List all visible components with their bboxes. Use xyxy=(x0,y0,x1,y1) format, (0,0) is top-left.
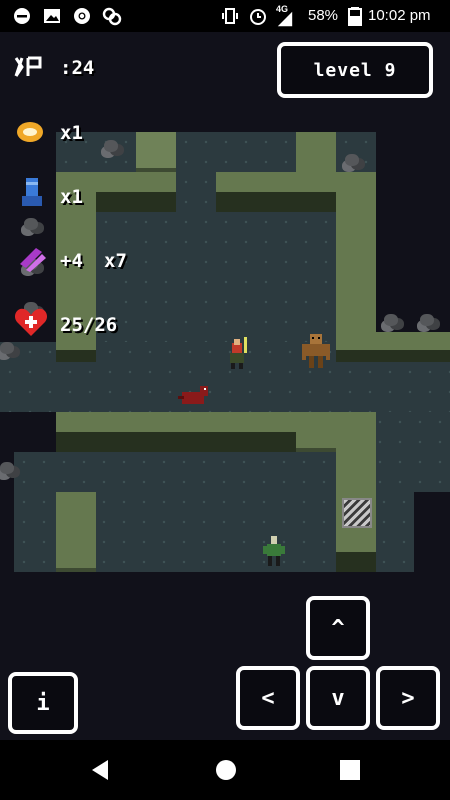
weapon-bonus: +4 xyxy=(60,250,83,272)
wall-lower-left-pillar xyxy=(56,492,96,572)
do-not-disturb-icon xyxy=(14,8,30,24)
gold-ring-icon xyxy=(17,122,43,142)
rubble xyxy=(104,140,118,152)
clock: 10:02 pm xyxy=(368,7,431,24)
rubble xyxy=(420,314,434,326)
home-icon[interactable] xyxy=(214,758,238,782)
rubble xyxy=(0,462,14,474)
xp-value: :24 xyxy=(60,57,95,79)
info-label: i xyxy=(36,690,50,716)
beast-enemy-sprite xyxy=(302,334,330,368)
wall-face xyxy=(336,350,450,362)
back-icon[interactable] xyxy=(88,758,112,782)
weapon-count: x7 xyxy=(104,250,127,272)
purple-crystal-icon xyxy=(20,248,46,272)
blue-boot-icon xyxy=(22,178,42,206)
rubble xyxy=(384,314,398,326)
ghoul-enemy-sprite xyxy=(263,536,285,566)
wall-right-column xyxy=(336,172,376,342)
screen: 4G 58% 10:02 pm:24 level 9 x1 x1 +4 x7 … xyxy=(0,0,450,800)
vpn-icon xyxy=(102,7,122,26)
alarm-icon xyxy=(250,9,266,25)
move-right-button[interactable]: > xyxy=(376,666,440,730)
rubble xyxy=(0,342,14,354)
xp-badge-icon xyxy=(14,56,42,77)
chevron-down-icon: v xyxy=(331,685,345,711)
recents-icon[interactable] xyxy=(340,760,360,780)
ring-count: x1 xyxy=(60,122,83,144)
chevron-left-icon: < xyxy=(261,685,275,711)
level-label: level 9 xyxy=(313,59,397,81)
rat-enemy-sprite xyxy=(178,386,208,404)
image-icon xyxy=(44,9,60,23)
status-bar: 4G 58% 10:02 pm xyxy=(0,0,450,32)
chrome-icon xyxy=(74,8,90,24)
vibrate-icon xyxy=(222,8,238,24)
level-indicator: level 9 xyxy=(277,42,433,98)
move-left-button[interactable]: < xyxy=(236,666,300,730)
move-down-button[interactable]: v xyxy=(306,666,370,730)
hero-sprite xyxy=(230,337,247,369)
wall-face xyxy=(56,432,336,452)
rubble xyxy=(24,218,38,230)
wall-lower-right-column xyxy=(336,412,376,572)
wall-face xyxy=(56,350,96,362)
chevron-right-icon: > xyxy=(401,685,415,711)
wall-stairs xyxy=(136,132,176,172)
boot-count: x1 xyxy=(60,186,83,208)
navigation-bar xyxy=(0,740,450,800)
wall-face xyxy=(336,552,376,572)
chevron-up-icon: ^ xyxy=(331,615,345,641)
battery-percent: 58% xyxy=(308,7,339,24)
red-heart-icon xyxy=(14,308,48,336)
battery-icon xyxy=(348,7,362,26)
health-value: 25/26 xyxy=(60,314,118,336)
info-button[interactable]: i xyxy=(8,672,78,734)
wall-face xyxy=(216,192,336,212)
move-up-button[interactable]: ^ xyxy=(306,596,370,660)
signal-icon xyxy=(277,11,293,27)
rubble xyxy=(345,154,359,166)
floor-grate xyxy=(342,498,372,528)
